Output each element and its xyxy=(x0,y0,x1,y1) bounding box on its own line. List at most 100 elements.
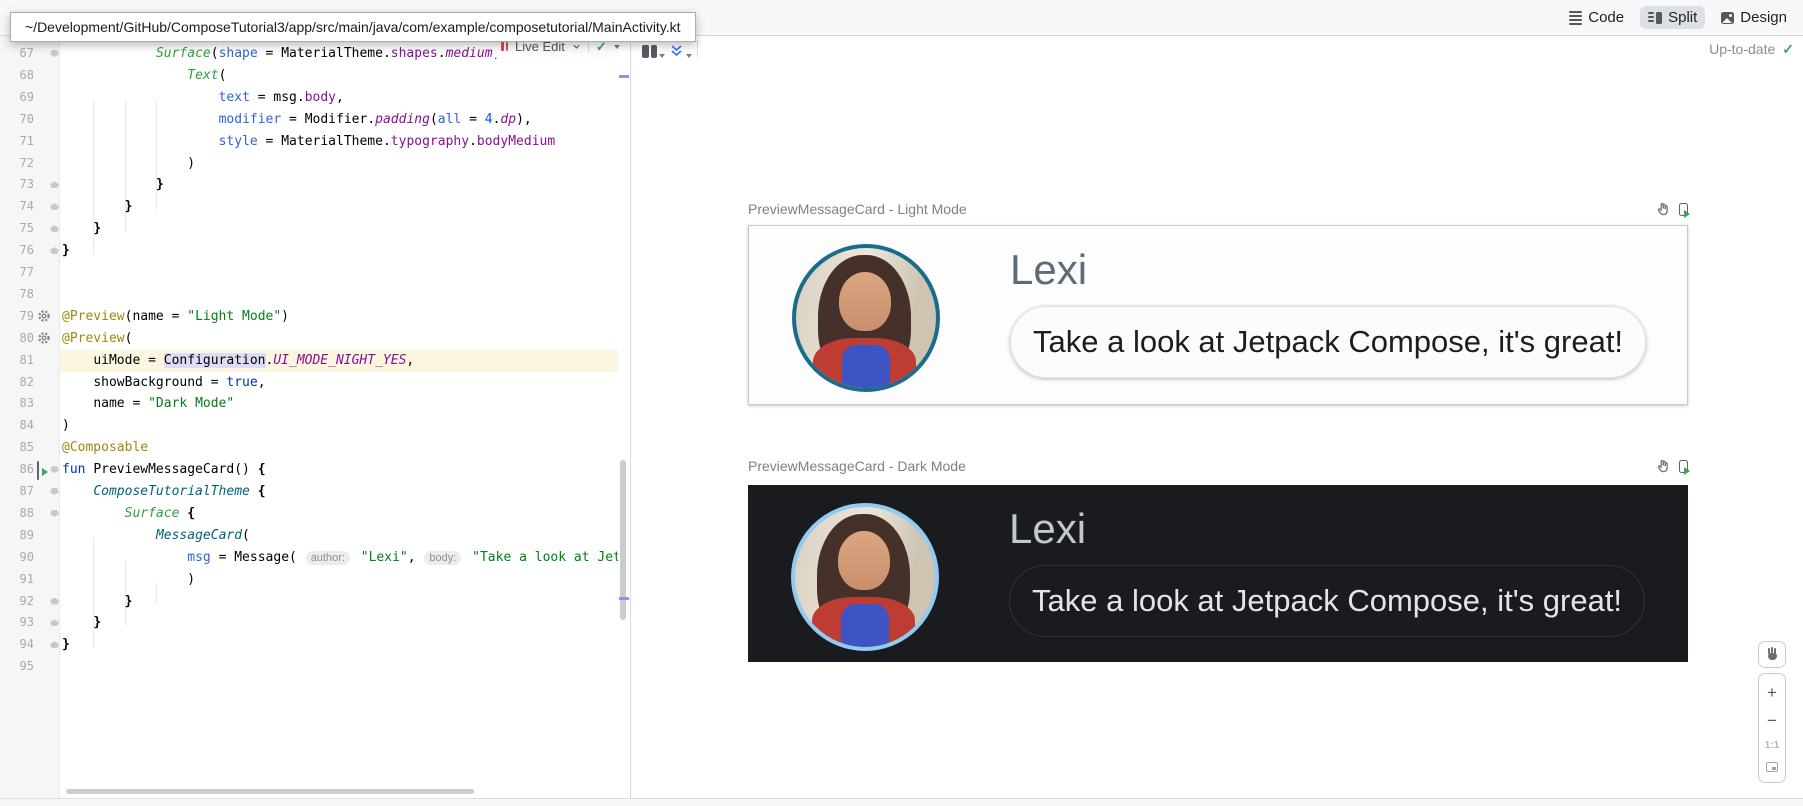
line-number: 93 xyxy=(0,612,34,634)
code-line[interactable]: ) xyxy=(62,415,70,437)
live-edit-paused-icon xyxy=(501,42,508,51)
fold-marker-icon[interactable] xyxy=(50,619,59,626)
zoom-to-fit-icon[interactable] xyxy=(1766,762,1778,772)
fold-marker-icon[interactable] xyxy=(50,225,59,232)
interactive-mode-icon[interactable] xyxy=(1656,202,1671,217)
code-lines-icon xyxy=(1569,11,1582,25)
chevron-down-icon xyxy=(614,45,620,49)
code-line[interactable]: Surface { xyxy=(62,503,195,525)
analysis-stripe-mark[interactable] xyxy=(619,75,629,78)
gear-icon[interactable] xyxy=(37,309,51,323)
line-number: 80 xyxy=(0,328,34,350)
line-number: 82 xyxy=(0,372,34,394)
author-name: Lexi xyxy=(1009,505,1086,553)
code-line[interactable]: } xyxy=(62,591,132,613)
tab-code-label: Code xyxy=(1588,9,1624,26)
code-editor-pane[interactable]: 6768697071727374757677787980818283848586… xyxy=(0,36,630,798)
code-line[interactable]: @Preview( xyxy=(62,328,132,350)
preview-sync-status[interactable]: Up-to-date ✓ xyxy=(1709,41,1794,57)
line-number: 84 xyxy=(0,415,34,437)
tab-design-label: Design xyxy=(1740,9,1787,26)
line-number: 72 xyxy=(0,153,34,175)
collapse-all-button[interactable] xyxy=(669,40,692,58)
code-line[interactable]: MessageCard( xyxy=(62,525,250,547)
line-number: 79 xyxy=(0,306,34,328)
line-number: 81 xyxy=(0,350,34,372)
tab-split[interactable]: Split xyxy=(1640,6,1705,29)
fold-marker-icon[interactable] xyxy=(50,510,59,517)
fold-marker-icon[interactable] xyxy=(50,247,59,254)
code-line[interactable]: style = MaterialTheme.typography.bodyMed… xyxy=(62,131,555,153)
zoom-actual-size-button[interactable]: 1:1 xyxy=(1765,740,1779,751)
code-line[interactable]: @Preview(name = "Light Mode") xyxy=(62,306,289,328)
line-number: 90 xyxy=(0,547,34,569)
line-number: 86 xyxy=(0,459,34,481)
line-number: 77 xyxy=(0,262,34,284)
fold-marker-icon[interactable] xyxy=(50,203,59,210)
zoom-in-button[interactable]: + xyxy=(1767,684,1777,701)
line-number: 94 xyxy=(0,634,34,656)
code-line[interactable]: modifier = Modifier.padding(all = 4.dp), xyxy=(62,109,532,131)
fold-marker-icon[interactable] xyxy=(50,598,59,605)
grid-layout-icon xyxy=(642,45,657,58)
code-line[interactable]: name = "Dark Mode" xyxy=(62,393,234,415)
tab-code[interactable]: Code xyxy=(1561,6,1632,29)
run-preview-icon[interactable] xyxy=(1679,203,1688,216)
analysis-stripe-mark[interactable] xyxy=(619,597,629,600)
preview-panel-header: PreviewMessageCard - Light Mode xyxy=(748,200,1688,218)
code-line[interactable]: fun PreviewMessageCard() { xyxy=(62,459,266,481)
toolbar-separator xyxy=(697,40,698,57)
gear-icon[interactable] xyxy=(37,331,51,345)
run-preview-gutter-icon[interactable] xyxy=(37,462,51,476)
fold-marker-icon[interactable] xyxy=(50,181,59,188)
code-line[interactable]: } xyxy=(62,174,164,196)
code-area[interactable]: Surface(shape = MaterialTheme.shapes.med… xyxy=(0,36,618,798)
code-line[interactable]: ) xyxy=(62,153,195,175)
code-line[interactable]: } xyxy=(62,634,70,656)
line-number: 89 xyxy=(0,525,34,547)
code-line[interactable]: } xyxy=(62,612,101,634)
message-card-preview-light: Lexi Take a look at Jetpack Compose, it'… xyxy=(748,225,1688,405)
run-preview-icon[interactable] xyxy=(1679,460,1688,473)
pane-divider[interactable] xyxy=(630,36,631,806)
code-line[interactable]: msg = Message( author: "Lexi", body: "Ta… xyxy=(62,547,618,569)
code-line[interactable]: Text( xyxy=(62,65,226,87)
line-number: 95 xyxy=(0,656,34,678)
editor-vertical-scrollbar[interactable] xyxy=(620,460,626,620)
status-label: Up-to-date xyxy=(1709,41,1775,57)
code-line[interactable]: uiMode = Configuration.UI_MODE_NIGHT_YES… xyxy=(62,350,414,372)
fold-marker-icon[interactable] xyxy=(50,466,59,473)
code-line[interactable]: } xyxy=(62,240,70,262)
mode-switcher: Code Split Design xyxy=(1561,4,1795,31)
pan-button[interactable] xyxy=(1758,641,1786,668)
split-view-icon xyxy=(1648,12,1662,24)
chevron-down-icon xyxy=(686,54,692,58)
avatar xyxy=(792,244,940,392)
preview-title: PreviewMessageCard - Light Mode xyxy=(748,201,967,217)
code-line[interactable]: } xyxy=(62,196,132,218)
zoom-controls: + − 1:1 xyxy=(1758,673,1786,783)
line-number: 70 xyxy=(0,109,34,131)
fold-marker-icon[interactable] xyxy=(50,641,59,648)
code-line[interactable]: } xyxy=(62,218,101,240)
code-line[interactable]: showBackground = true, xyxy=(62,372,266,394)
line-number: 74 xyxy=(0,196,34,218)
code-line[interactable]: ) xyxy=(62,569,195,591)
zoom-out-button[interactable]: − xyxy=(1767,712,1777,729)
interactive-mode-icon[interactable] xyxy=(1656,459,1671,474)
preview-title: PreviewMessageCard - Dark Mode xyxy=(748,458,966,474)
author-name: Lexi xyxy=(1010,246,1087,294)
line-number: 75 xyxy=(0,218,34,240)
code-line[interactable]: @Composable xyxy=(62,437,148,459)
line-number: 78 xyxy=(0,284,34,306)
code-line[interactable]: text = msg.body, xyxy=(62,87,344,109)
editor-horizontal-scrollbar[interactable] xyxy=(66,789,474,794)
preview-layout-switch[interactable] xyxy=(642,40,665,58)
line-number: 88 xyxy=(0,503,34,525)
fold-marker-icon[interactable] xyxy=(50,50,59,57)
line-number: 67 xyxy=(0,43,34,65)
fold-marker-icon[interactable] xyxy=(50,488,59,495)
code-line[interactable]: ComposeTutorialTheme { xyxy=(62,481,266,503)
tab-design[interactable]: Design xyxy=(1713,6,1795,29)
check-icon: ✓ xyxy=(1782,43,1794,56)
